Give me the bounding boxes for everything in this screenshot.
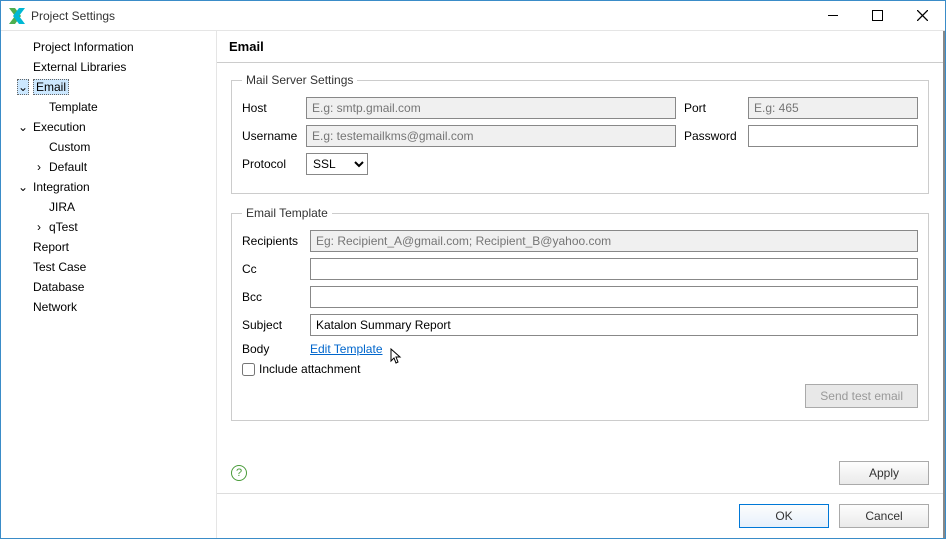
tree-item-report[interactable]: Report <box>1 237 216 257</box>
window-right-edge <box>943 31 945 538</box>
bcc-label: Bcc <box>242 290 302 304</box>
subject-label: Subject <box>242 318 302 332</box>
chevron-down-icon[interactable]: ⌄ <box>17 180 29 194</box>
tree-item-project-information[interactable]: Project Information <box>1 37 216 57</box>
host-label: Host <box>242 101 298 115</box>
ok-button[interactable]: OK <box>739 504 829 528</box>
recipients-input[interactable] <box>310 230 918 252</box>
help-icon[interactable]: ? <box>231 465 247 481</box>
window-maximize-button[interactable] <box>855 1 900 30</box>
settings-page: Email Mail Server Settings Host Port Use… <box>216 31 943 538</box>
port-label: Port <box>684 101 740 115</box>
host-input[interactable] <box>306 97 676 119</box>
tree-item-execution[interactable]: ⌄Execution <box>1 117 216 137</box>
dialog-buttons: OK Cancel <box>217 493 943 538</box>
tree-item-external-libraries[interactable]: External Libraries <box>1 57 216 77</box>
include-attachment-checkbox[interactable] <box>242 363 255 376</box>
body-label: Body <box>242 342 302 356</box>
mail-server-settings-group: Mail Server Settings Host Port Username … <box>231 73 929 194</box>
titlebar: Project Settings <box>1 1 945 31</box>
password-input[interactable] <box>748 125 918 147</box>
tree-item-integration[interactable]: ⌄Integration <box>1 177 216 197</box>
chevron-right-icon[interactable]: › <box>33 220 45 234</box>
password-label: Password <box>684 129 740 143</box>
chevron-down-icon[interactable]: ⌄ <box>17 120 29 134</box>
tree-item-network[interactable]: Network <box>1 297 216 317</box>
window-minimize-button[interactable] <box>810 1 855 30</box>
tree-item-template[interactable]: Template <box>1 97 216 117</box>
apply-button[interactable]: Apply <box>839 461 929 485</box>
window-title: Project Settings <box>31 9 810 23</box>
tree-item-email[interactable]: ⌄Email <box>1 77 216 97</box>
email-template-group: Email Template Recipients Cc Bcc Sub <box>231 206 929 421</box>
recipients-label: Recipients <box>242 234 302 248</box>
email-template-legend: Email Template <box>242 206 332 220</box>
edit-template-link[interactable]: Edit Template <box>310 342 383 356</box>
mail-server-legend: Mail Server Settings <box>242 73 357 87</box>
username-label: Username <box>242 129 298 143</box>
tree-item-default[interactable]: ›Default <box>1 157 216 177</box>
tree-item-database[interactable]: Database <box>1 277 216 297</box>
cc-label: Cc <box>242 262 302 276</box>
cc-input[interactable] <box>310 258 918 280</box>
cancel-button[interactable]: Cancel <box>839 504 929 528</box>
window-close-button[interactable] <box>900 1 945 30</box>
port-input[interactable] <box>748 97 918 119</box>
bcc-input[interactable] <box>310 286 918 308</box>
app-logo-icon <box>9 8 25 24</box>
tree-item-qtest[interactable]: ›qTest <box>1 217 216 237</box>
chevron-right-icon[interactable]: › <box>33 160 45 174</box>
project-settings-window: Project Settings Project Information Ext… <box>0 0 946 539</box>
tree-item-jira[interactable]: JIRA <box>1 197 216 217</box>
username-input[interactable] <box>306 125 676 147</box>
page-title: Email <box>217 31 943 62</box>
protocol-label: Protocol <box>242 157 298 171</box>
send-test-email-button[interactable]: Send test email <box>805 384 918 408</box>
settings-tree[interactable]: Project Information External Libraries ⌄… <box>1 31 216 538</box>
chevron-down-icon[interactable]: ⌄ <box>17 79 29 95</box>
subject-input[interactable] <box>310 314 918 336</box>
tree-item-custom[interactable]: Custom <box>1 137 216 157</box>
protocol-select[interactable]: SSL <box>306 153 368 175</box>
include-attachment-label: Include attachment <box>259 362 360 376</box>
tree-item-test-case[interactable]: Test Case <box>1 257 216 277</box>
